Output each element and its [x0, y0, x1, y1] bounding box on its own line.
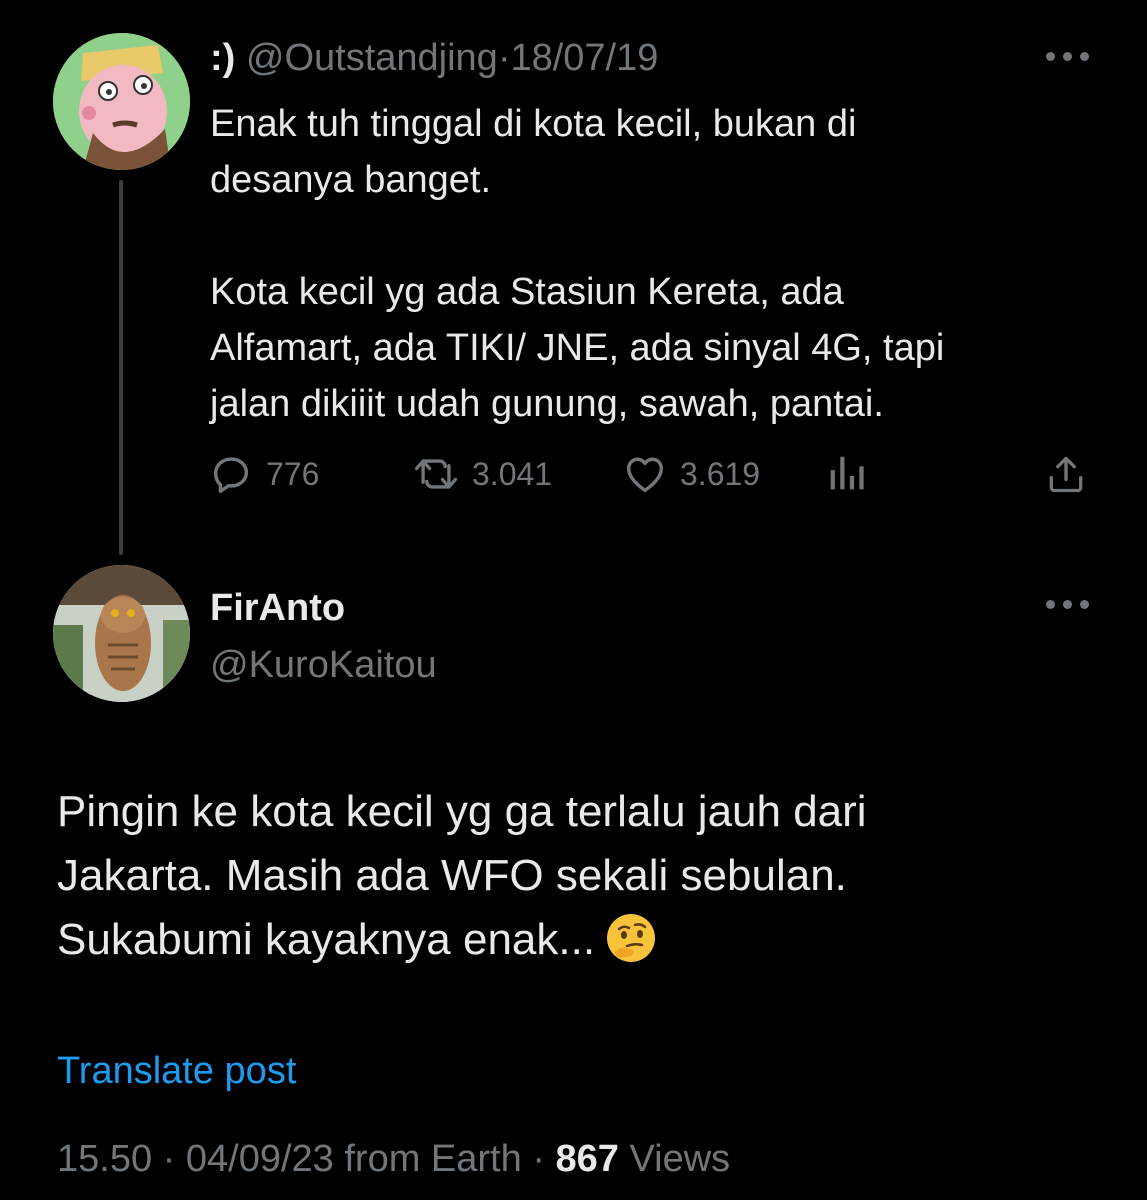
more-options-icon[interactable] — [1046, 52, 1090, 64]
like-count: 3.619 — [680, 455, 761, 492]
retweet-count: 3.041 — [472, 455, 553, 492]
parent-handle[interactable]: @Outstandjing — [246, 37, 498, 79]
tweet-date[interactable]: 04/09/23 — [186, 1138, 334, 1180]
reply-tweet-text: Pingin ke kota kecil yg ga terlalu jauh … — [57, 780, 1117, 972]
retweet-button[interactable]: 3.041 — [412, 449, 552, 499]
parent-display-name[interactable]: :) — [210, 37, 235, 79]
thinking-face-icon — [607, 914, 656, 963]
header-separator: · — [497, 37, 511, 79]
views-button[interactable] — [826, 449, 866, 499]
like-button[interactable]: 3.619 — [622, 449, 760, 499]
parent-text-line: Kota kecil yg ada Stasiun Kereta, ada — [210, 271, 844, 313]
meta-separator: · — [162, 1138, 176, 1180]
owl-avatar-image — [53, 565, 190, 702]
parent-text-line: jalan dikiiit udah gunung, sawah, pantai… — [210, 383, 884, 425]
reply-icon — [213, 457, 249, 493]
reply-display-name[interactable]: FirAnto — [210, 586, 345, 630]
parent-text-line: Alfamart, ada TIKI/ JNE, ada sinyal 4G, … — [210, 327, 945, 369]
views-count: 867 — [555, 1138, 619, 1180]
meta-separator: · — [532, 1138, 545, 1180]
views-icon — [830, 456, 864, 490]
parent-tweet-text: Enak tuh tinggal di kota kecil, bukan di… — [210, 96, 1090, 432]
reply-text-line: Pingin ke kota kecil yg ga terlalu jauh … — [57, 787, 867, 836]
reply-text-line-last: Sukabumi kayaknya enak... — [57, 908, 1117, 972]
like-icon — [626, 457, 664, 493]
reply-count: 776 — [266, 455, 320, 492]
tweet-time[interactable]: 15.50 — [57, 1138, 152, 1180]
parent-date[interactable]: 18/07/19 — [510, 37, 658, 79]
reply-text-line: Jakarta. Masih ada WFO sekali sebulan. — [57, 851, 847, 900]
reply-button[interactable]: 776 — [208, 449, 319, 499]
reply-avatar[interactable] — [53, 565, 190, 702]
share-icon — [1049, 456, 1083, 493]
parent-text-line: desanya banget. — [210, 159, 492, 201]
cartoon-avatar-image — [53, 33, 190, 170]
parent-header: :) @Outstandjing·18/07/19 — [210, 36, 658, 80]
share-button[interactable] — [1044, 449, 1088, 499]
parent-text-line: Enak tuh tinggal di kota kecil, bukan di — [210, 103, 857, 145]
retweet-icon — [414, 459, 458, 489]
translate-post-link[interactable]: Translate post — [57, 1048, 296, 1094]
views-label: Views — [629, 1138, 731, 1180]
reply-handle[interactable]: @KuroKaitou — [210, 643, 437, 687]
parent-avatar[interactable] — [53, 33, 190, 170]
thread-connector-line — [119, 180, 123, 555]
more-options-icon[interactable] — [1046, 600, 1090, 612]
reply-text-line: Sukabumi kayaknya enak... — [57, 915, 596, 964]
tweet-source: from Earth — [344, 1138, 522, 1180]
tweet-meta: 15.50 · 04/09/23 from Earth · 867 Views — [57, 1136, 730, 1182]
